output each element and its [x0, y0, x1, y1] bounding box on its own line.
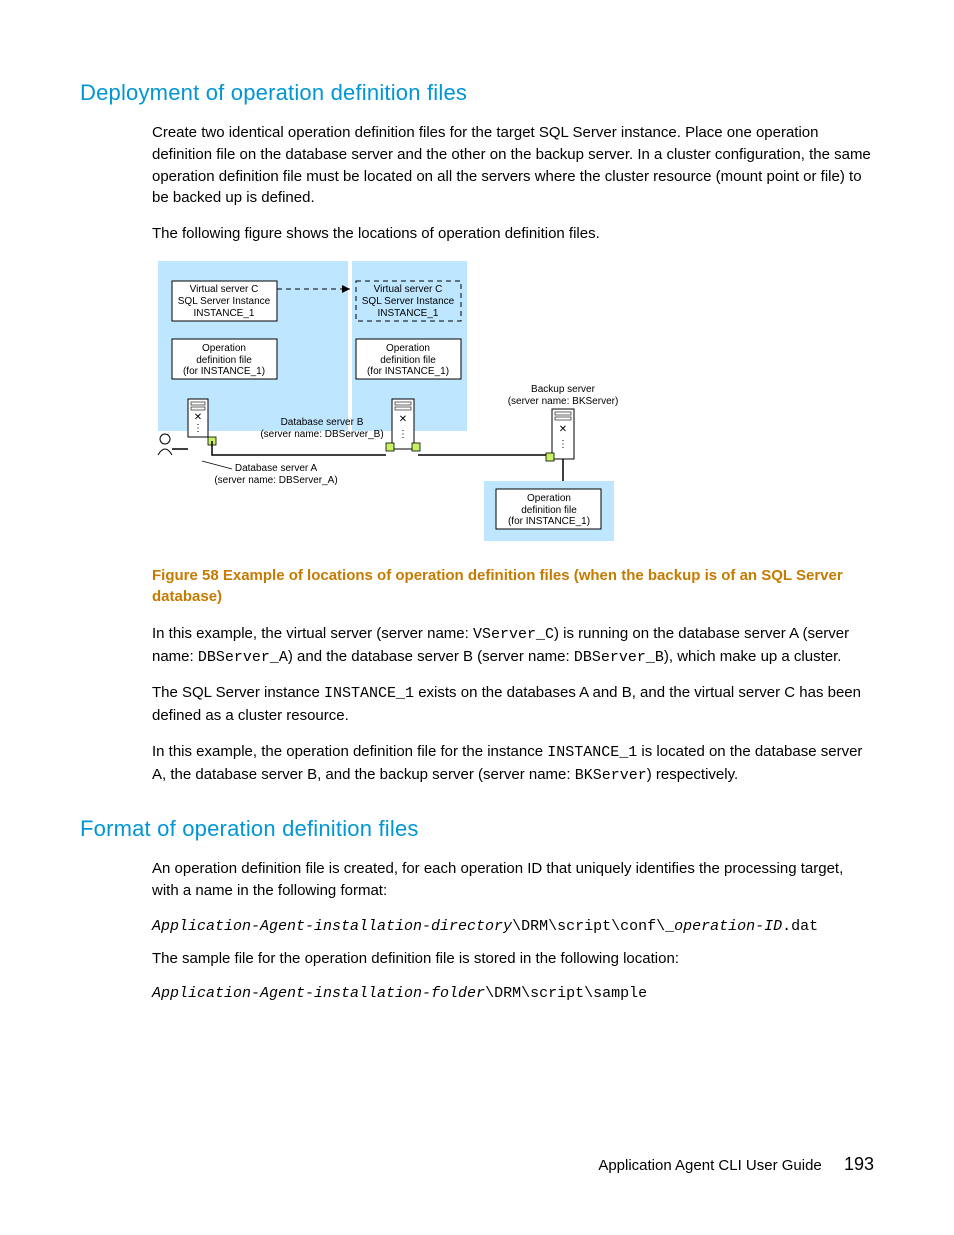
opfile-l3-middle: (for INSTANCE_1) [367, 366, 449, 377]
diagram-svg: Virtual server C SQL Server Instance INS… [152, 259, 622, 549]
net-a-b [212, 441, 386, 455]
format-code1: Application-Agent-installation-directory… [152, 916, 874, 938]
user-icon-head [160, 434, 170, 444]
vs-c-l1-right: Virtual server C [374, 284, 443, 295]
code1-a: Application-Agent-installation-directory [152, 918, 512, 935]
vs-c-l3-right: INSTANCE_1 [378, 308, 439, 319]
page: Deployment of operation definition files… [0, 0, 954, 1235]
p3-c: ) and the database server B (server name… [288, 648, 574, 665]
tower-bk-x: ✕ [559, 424, 567, 435]
heading-format: Format of operation definition files [80, 816, 874, 842]
opfile-l2-middle: definition file [380, 355, 436, 366]
user-icon-body [158, 449, 172, 455]
format-para2: The sample file for the operation defini… [152, 948, 874, 970]
format-para1: An operation definition file is created,… [152, 858, 874, 902]
tower-a-slot2 [191, 407, 205, 410]
tower-bk-dots: ⋮ [558, 439, 568, 450]
code2-a: Application-Agent-installation-folder [152, 985, 485, 1002]
tower-b-x: ✕ [399, 414, 407, 425]
opfile-l2-left: definition file [196, 355, 252, 366]
p3-code-vsc: VServer_C [473, 626, 554, 643]
p3-code-dbsb: DBServer_B [574, 649, 664, 666]
figure-58-caption: Figure 58 Example of locations of operat… [152, 565, 874, 607]
code1-b: \DRM\script\conf\_ [512, 918, 674, 935]
tower-a-slot1 [191, 402, 205, 405]
opfile-l1-backup: Operation [527, 493, 571, 504]
opfile-l1-middle: Operation [386, 343, 430, 354]
tower-b-dots: ⋮ [398, 429, 408, 440]
tower-bk-slot1 [555, 412, 571, 415]
deployment-para5: In this example, the operation definitio… [152, 741, 874, 787]
opfile-l1-left: Operation [202, 343, 246, 354]
vs-c-l3-left: INSTANCE_1 [194, 308, 255, 319]
bks-l1: Backup server [531, 384, 596, 395]
code2-b: \DRM\script\sample [485, 985, 647, 1002]
tower-a-dots: ⋮ [193, 423, 203, 434]
dbs-b-l2: (server name: DBServer_B) [260, 429, 383, 440]
format-code2: Application-Agent-installation-folder\DR… [152, 983, 874, 1005]
code1-c: operation-ID [674, 918, 782, 935]
deployment-para1: Create two identical operation definitio… [152, 122, 874, 209]
p5-code-inst: INSTANCE_1 [547, 744, 637, 761]
code1-d: .dat [782, 918, 818, 935]
tower-b-slot1 [395, 402, 411, 405]
tower-bk-port [546, 453, 554, 461]
deployment-para2: The following figure shows the locations… [152, 223, 874, 245]
dbs-a-l1: Database server A [235, 463, 318, 474]
footer-page-number: 193 [844, 1154, 874, 1174]
page-footer: Application Agent CLI User Guide 193 [598, 1154, 874, 1175]
vs-c-l2-right: SQL Server Instance [362, 296, 455, 307]
tower-b-slot2 [395, 407, 411, 410]
deployment-para4: The SQL Server instance INSTANCE_1 exist… [152, 682, 874, 727]
footer-title: Application Agent CLI User Guide [598, 1157, 821, 1174]
tower-b-port-r [412, 443, 420, 451]
p3-a: In this example, the virtual server (ser… [152, 625, 473, 642]
dbs-a-pointer [202, 461, 232, 469]
p5-c: ) respectively. [647, 766, 738, 783]
p5-a: In this example, the operation definitio… [152, 743, 547, 760]
vs-c-l1-left: Virtual server C [190, 284, 259, 295]
p4-code-inst: INSTANCE_1 [324, 685, 414, 702]
p3-code-dbsa: DBServer_A [198, 649, 288, 666]
tower-a-x: ✕ [194, 412, 202, 423]
section1-body: Create two identical operation definitio… [152, 122, 874, 786]
dbs-a-l2: (server name: DBServer_A) [214, 475, 337, 486]
deployment-para3: In this example, the virtual server (ser… [152, 623, 874, 669]
p4-a: The SQL Server instance [152, 684, 324, 701]
dbs-b-l1: Database server B [281, 417, 364, 428]
figure-58-diagram: Virtual server C SQL Server Instance INS… [152, 259, 874, 549]
opfile-l2-backup: definition file [521, 505, 577, 516]
vs-c-l2-left: SQL Server Instance [178, 296, 271, 307]
opfile-l3-backup: (for INSTANCE_1) [508, 516, 590, 527]
bks-l2: (server name: BKServer) [508, 396, 619, 407]
opfile-l3-left: (for INSTANCE_1) [183, 366, 265, 377]
p5-code-bks: BKServer [575, 767, 647, 784]
section2-body: An operation definition file is created,… [152, 858, 874, 1005]
tower-bk-slot2 [555, 417, 571, 420]
p3-d: ), which make up a cluster. [664, 648, 842, 665]
heading-deployment: Deployment of operation definition files [80, 80, 874, 106]
tower-b-port-l [386, 443, 394, 451]
